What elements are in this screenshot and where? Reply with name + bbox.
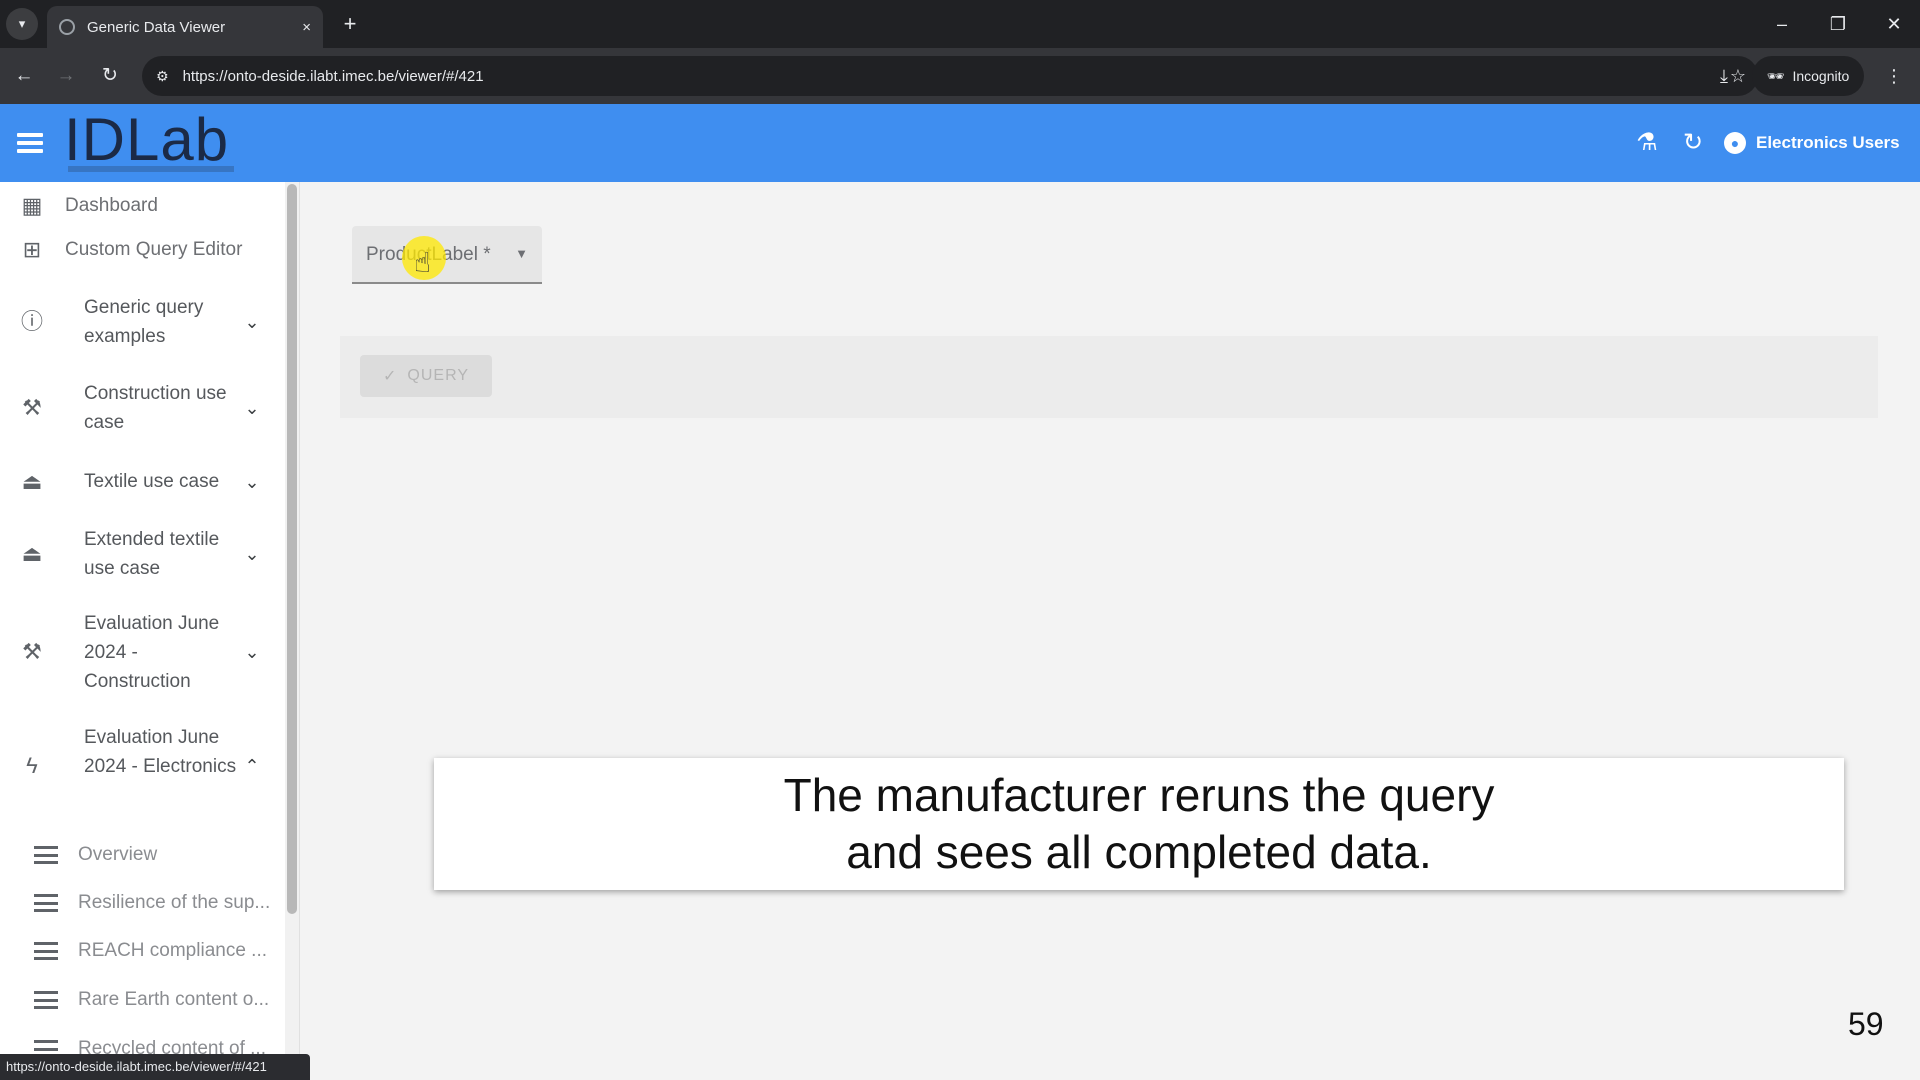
list-icon xyxy=(32,988,60,1012)
query-panel xyxy=(340,336,1878,418)
idlab-logo: IDLab xyxy=(64,106,234,178)
close-window-icon[interactable]: ✕ xyxy=(1874,10,1914,38)
info-icon: ⓘ xyxy=(20,309,43,334)
incognito-icon: 🕶 xyxy=(1766,67,1785,84)
dropdown-arrow-icon: ▼ xyxy=(515,246,528,261)
download-icon[interactable]: ⤓ xyxy=(1708,60,1740,92)
sidebar-scrollbar-thumb[interactable] xyxy=(287,184,297,914)
sidebar-group-evaluation-electronics[interactable]: ϟ Evaluation June 2024 - Electronics ⌃ xyxy=(0,720,286,814)
sidebar-item-label: Custom Query Editor xyxy=(65,239,243,260)
minimize-icon[interactable]: – xyxy=(1762,10,1802,38)
app-bar: IDLab ⚗ ↻ ● Electronics Users xyxy=(0,104,1920,182)
list-icon xyxy=(32,843,60,867)
address-bar[interactable]: ⚙ https://onto-deside.ilabt.imec.be/view… xyxy=(142,56,1758,96)
list-icon xyxy=(32,939,60,963)
status-bar-url: https://onto-deside.ilabt.imec.be/viewer… xyxy=(0,1054,310,1080)
product-label-select[interactable]: ProductLabel * ▼ xyxy=(352,226,542,284)
sidebar-group-generic-query-examples[interactable]: ⓘ Generic query examples ⌄ xyxy=(0,290,286,354)
sidebar-group-label: Extended textile use case xyxy=(84,529,220,579)
caption-box: The manufacturer reruns the query and se… xyxy=(434,758,1844,890)
maximize-icon[interactable]: ❐ xyxy=(1818,10,1858,38)
sidebar-subitem-resilience[interactable]: Resilience of the sup... xyxy=(0,886,286,920)
hanger-icon: ⏏ xyxy=(21,541,43,566)
user-menu[interactable]: ● Electronics Users xyxy=(1724,128,1900,158)
sidebar-group-label: Generic query examples xyxy=(84,297,204,347)
user-label: Electronics Users xyxy=(1756,133,1900,152)
sidebar-scrollbar[interactable] xyxy=(285,182,299,1080)
site-info-icon[interactable]: ⚙ xyxy=(156,68,169,85)
dashboard-icon: ▦ xyxy=(21,193,43,218)
hanger-icon: ⏏ xyxy=(21,469,43,494)
new-tab-icon[interactable]: + xyxy=(336,10,364,38)
sidebar-group-label: Construction use case xyxy=(84,383,227,433)
account-icon: ● xyxy=(1724,132,1746,154)
grid-add-icon: ⊞ xyxy=(22,237,42,262)
sidebar-group-construction-use-case[interactable]: ⚒ Construction use case ⌄ xyxy=(0,376,286,440)
chevron-down-icon: ⌄ xyxy=(244,642,260,662)
hand-cursor-icon: ☝ xyxy=(414,247,432,278)
tab-close-icon[interactable]: × xyxy=(302,19,311,36)
caption-line-2: and sees all completed data. xyxy=(846,826,1432,878)
chevron-up-icon: ⌃ xyxy=(244,756,260,776)
browser-toolbar: ← → ↻ ⚙ https://onto-deside.ilabt.imec.b… xyxy=(0,48,1920,104)
sidebar-group-label: Evaluation June 2024 - Construction xyxy=(84,613,220,692)
sidebar-subitem-reach-compliance[interactable]: REACH compliance ... xyxy=(0,934,286,968)
menu-icon[interactable] xyxy=(16,130,44,156)
sidebar-item-label: Dashboard xyxy=(65,195,158,216)
sidebar-group-extended-textile-use-case[interactable]: ⏏ Extended textile use case ⌄ xyxy=(0,522,286,586)
loading-icon xyxy=(59,19,75,35)
sidebar-group-label: Textile use case xyxy=(84,471,220,492)
sidebar-subitem-label: Rare Earth content o... xyxy=(78,989,270,1010)
refresh-icon[interactable]: ↻ xyxy=(1676,126,1710,160)
forward-icon[interactable]: → xyxy=(52,62,80,90)
query-button-label: QUERY xyxy=(407,367,469,384)
chevron-down-icon: ⌄ xyxy=(244,544,260,564)
screen: ▾ Generic Data Viewer × + – ❐ ✕ ← → ↻ ⚙ … xyxy=(0,0,1920,1080)
query-button[interactable]: ✓ QUERY xyxy=(360,355,492,397)
slide-page-number: 59 xyxy=(1848,1006,1884,1042)
tools-icon: ⚒ xyxy=(22,395,42,420)
sidebar-subitem-label: Resilience of the sup... xyxy=(78,892,271,913)
tab-search-icon[interactable]: ▾ xyxy=(6,8,38,40)
sidebar: ▦ Dashboard ⊞ Custom Query Editor ⓘ Gene… xyxy=(0,182,300,1080)
sidebar-item-custom-query-editor[interactable]: ⊞ Custom Query Editor xyxy=(0,234,286,266)
chevron-down-icon: ⌄ xyxy=(244,398,260,418)
browser-tabstrip: ▾ Generic Data Viewer × + – ❐ ✕ xyxy=(0,0,1920,48)
reload-icon[interactable]: ↻ xyxy=(96,62,124,90)
bolt-icon: ϟ xyxy=(26,753,38,778)
sidebar-group-textile-use-case[interactable]: ⏏ Textile use case ⌄ xyxy=(0,462,286,502)
address-url[interactable]: https://onto-deside.ilabt.imec.be/viewer… xyxy=(183,68,1730,85)
caption-line-1: The manufacturer reruns the query xyxy=(783,769,1495,821)
chevron-down-icon: ⌄ xyxy=(244,312,260,332)
sidebar-subitem-overview[interactable]: Overview xyxy=(0,838,286,872)
back-icon[interactable]: ← xyxy=(10,62,38,90)
sidebar-subitem-label: Overview xyxy=(78,844,158,865)
browser-tab[interactable]: Generic Data Viewer × xyxy=(47,6,323,48)
chevron-down-icon: ⌄ xyxy=(244,472,260,492)
check-icon: ✓ xyxy=(382,368,398,385)
sidebar-group-evaluation-construction[interactable]: ⚒ Evaluation June 2024 - Construction ⌄ xyxy=(0,606,286,700)
list-icon xyxy=(32,891,60,915)
browser-menu-icon[interactable]: ⋮ xyxy=(1880,60,1908,92)
sidebar-item-dashboard[interactable]: ▦ Dashboard xyxy=(0,190,286,222)
incognito-badge[interactable]: 🕶 Incognito xyxy=(1752,56,1864,96)
tab-title: Generic Data Viewer xyxy=(87,18,226,36)
incognito-label: Incognito xyxy=(1792,68,1850,84)
flask-icon[interactable]: ⚗ xyxy=(1630,126,1664,160)
logo-text: IDLab xyxy=(64,106,230,173)
main-content xyxy=(300,182,1920,1080)
sidebar-subitem-label: REACH compliance ... xyxy=(78,940,268,961)
sidebar-subitem-rare-earth[interactable]: Rare Earth content o... xyxy=(0,983,286,1017)
tools-icon: ⚒ xyxy=(22,639,42,664)
logo-tagline xyxy=(68,166,234,172)
sidebar-group-label: Evaluation June 2024 - Electronics xyxy=(84,727,237,777)
